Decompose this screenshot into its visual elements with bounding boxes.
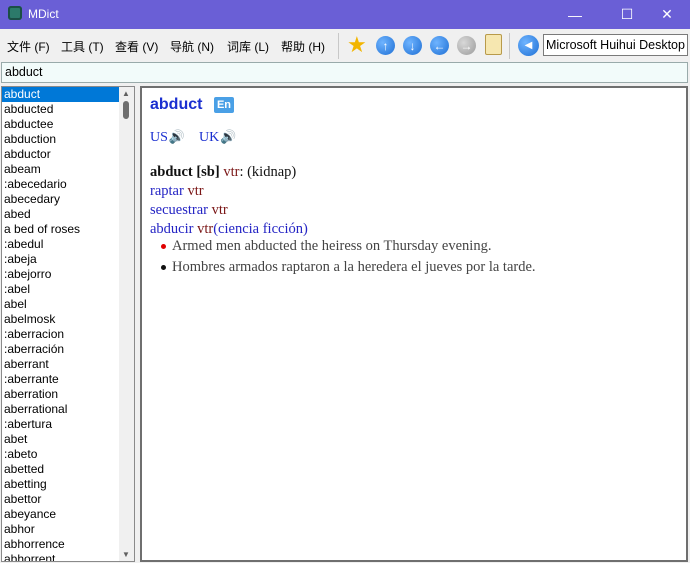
- menu-navigate[interactable]: 导航 (N): [170, 38, 214, 55]
- headword: abduct: [150, 96, 203, 113]
- translation-line: secuestrar vtr: [150, 202, 228, 219]
- voice-select[interactable]: Microsoft Huihui Desktop: [543, 34, 688, 56]
- word-list-item[interactable]: :aberrante: [2, 372, 119, 387]
- definition-pane: abduct En US🔊 UK🔊 abduct [sb] vtr: (kidn…: [140, 86, 688, 562]
- word-list-item[interactable]: :abedul: [2, 237, 119, 252]
- translation-line: abducir vtr(ciencia ficción): [150, 221, 308, 238]
- translation-pos: vtr: [211, 202, 228, 218]
- word-list-item[interactable]: aberration: [2, 387, 119, 402]
- word-list-item[interactable]: :abeja: [2, 252, 119, 267]
- scroll-up-icon[interactable]: ▲: [122, 89, 130, 98]
- translation-pos: vtr: [187, 183, 204, 199]
- back-icon[interactable]: ←: [430, 36, 449, 55]
- language-badge: En: [214, 97, 234, 113]
- speaker-icon[interactable]: 🔊: [169, 129, 185, 144]
- translation-pos: vtr: [197, 221, 214, 237]
- arrow-down-icon[interactable]: ↓: [403, 36, 422, 55]
- word-list-item[interactable]: abettor: [2, 492, 119, 507]
- window-title: MDict: [28, 7, 59, 21]
- example-english: Armed men abducted the heiress on Thursd…: [172, 238, 492, 254]
- word-list-item[interactable]: abeam: [2, 162, 119, 177]
- word-list-item[interactable]: abductee: [2, 117, 119, 132]
- word-list-item[interactable]: abhor: [2, 522, 119, 537]
- word-list-item[interactable]: abecedary: [2, 192, 119, 207]
- example-bullet: [161, 265, 166, 270]
- clipboard-icon[interactable]: [485, 34, 502, 55]
- toolbar-separator: [509, 33, 510, 59]
- sense-gloss: (kidnap): [247, 164, 297, 180]
- search-input[interactable]: abduct: [1, 62, 688, 83]
- word-list-item[interactable]: abel: [2, 297, 119, 312]
- menu-file[interactable]: 文件 (F): [7, 38, 50, 55]
- speak-icon[interactable]: ◀: [518, 35, 539, 56]
- translation-word: raptar: [150, 183, 184, 199]
- sense-line: abduct [sb] vtr: (kidnap): [150, 164, 296, 181]
- menu-help[interactable]: 帮助 (H): [281, 38, 325, 55]
- minimize-button[interactable]: —: [552, 0, 598, 29]
- word-list-item[interactable]: abetting: [2, 477, 119, 492]
- word-list-item[interactable]: aberrant: [2, 357, 119, 372]
- word-list-item[interactable]: abhorrent: [2, 552, 119, 561]
- menu-tools[interactable]: 工具 (T): [61, 38, 104, 55]
- translation-note: (ciencia ficción): [213, 221, 308, 237]
- word-list-item[interactable]: :abeto: [2, 447, 119, 462]
- word-list-item[interactable]: abelmosk: [2, 312, 119, 327]
- translation-word: abducir: [150, 221, 194, 237]
- translation-line: raptar vtr: [150, 183, 204, 200]
- speaker-icon[interactable]: 🔊: [220, 129, 236, 144]
- scroll-thumb[interactable]: [123, 101, 129, 119]
- word-list-item[interactable]: abeyance: [2, 507, 119, 522]
- example-bullet: [161, 244, 166, 249]
- word-list-item[interactable]: :abertura: [2, 417, 119, 432]
- app-icon: [8, 6, 22, 20]
- word-list-item[interactable]: abducted: [2, 102, 119, 117]
- menu-library[interactable]: 词库 (L): [227, 38, 269, 55]
- close-button[interactable]: ✕: [644, 0, 690, 29]
- word-list-item[interactable]: a bed of roses: [2, 222, 119, 237]
- toolbar-separator: [338, 33, 339, 59]
- word-list-item[interactable]: :aberracion: [2, 327, 119, 342]
- favorite-star-icon[interactable]: ★: [347, 32, 367, 58]
- menu-view[interactable]: 查看 (V): [115, 38, 158, 55]
- sense-colon: :: [239, 164, 244, 180]
- word-list-item[interactable]: abduct: [2, 87, 119, 102]
- word-list-item[interactable]: :abel: [2, 282, 119, 297]
- word-list-item[interactable]: :abejorro: [2, 267, 119, 282]
- word-list-item[interactable]: abed: [2, 207, 119, 222]
- word-list-item[interactable]: abhorrence: [2, 537, 119, 552]
- pron-uk[interactable]: UK🔊: [199, 129, 236, 146]
- word-list-item[interactable]: :aberración: [2, 342, 119, 357]
- word-list-item[interactable]: abduction: [2, 132, 119, 147]
- word-list-item[interactable]: aberrational: [2, 402, 119, 417]
- scrollbar[interactable]: ▲ ▼: [119, 87, 134, 561]
- sense-head: abduct [sb]: [150, 164, 220, 180]
- forward-icon[interactable]: →: [457, 36, 476, 55]
- word-list: abduct abducted abductee abduction abductor a…: [1, 86, 135, 562]
- word-list-item[interactable]: :abecedario: [2, 177, 119, 192]
- word-list-item[interactable]: abductor: [2, 147, 119, 162]
- word-list-item[interactable]: abet: [2, 432, 119, 447]
- pron-uk-label: UK: [199, 130, 220, 145]
- sense-pos: vtr: [223, 164, 240, 180]
- word-list-item[interactable]: abetted: [2, 462, 119, 477]
- translation-word: secuestrar: [150, 202, 208, 218]
- example-spanish: Hombres armados raptaron a la heredera e…: [172, 259, 536, 275]
- arrow-up-icon[interactable]: ↑: [376, 36, 395, 55]
- title-bar: MDict — ☐ ✕: [0, 0, 690, 29]
- scroll-down-icon[interactable]: ▼: [122, 550, 130, 559]
- pron-us-label: US: [150, 130, 168, 145]
- pron-us[interactable]: US🔊: [150, 129, 185, 146]
